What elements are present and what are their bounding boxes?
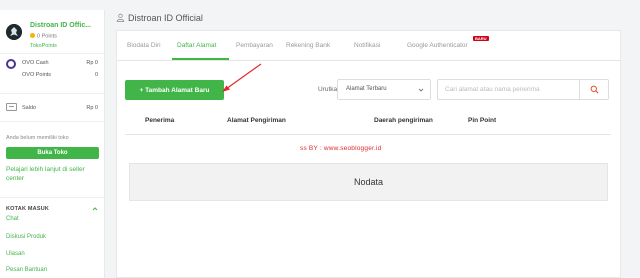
empty-state: Nodata xyxy=(129,163,608,201)
tab-daftar-alamat[interactable]: Daftar Alamat xyxy=(177,42,216,49)
avatar[interactable] xyxy=(6,24,22,40)
new-badge: BARU xyxy=(473,36,489,41)
seller-center-link[interactable]: Pelajari lebih lanjut di seller center xyxy=(6,165,101,183)
column-header-alamat-pengiriman: Alamat Pengiriman xyxy=(227,117,286,124)
tab-google-authenticator[interactable]: Google Authenticator xyxy=(407,42,468,49)
points-text: 0 Points xyxy=(30,33,57,40)
column-header-pin-point: Pin Point xyxy=(468,117,497,124)
inbox-item-pesan-bantuan[interactable]: Pesan Bantuan xyxy=(6,267,47,273)
saldo-value: Rp 0 xyxy=(86,105,98,111)
open-shop-button[interactable]: Buka Toko xyxy=(6,147,99,159)
tab-biodata-diri[interactable]: Biodata Diri xyxy=(127,42,161,49)
watermark-text: ss BY : www.seoblogger.id xyxy=(300,145,382,152)
user-icon xyxy=(116,13,125,22)
profile-section: Distroan ID Offic... 0 Points TokoPoints xyxy=(0,10,104,54)
coin-icon xyxy=(30,33,35,38)
active-tab-indicator xyxy=(172,58,229,60)
no-shop-text: Anda belum memiliki toko xyxy=(6,135,69,141)
ovo-cash-label: OVO Cash xyxy=(22,60,49,66)
chevron-up-icon[interactable] xyxy=(92,206,98,212)
ovo-wallet[interactable]: OVO Cash Rp 0 OVO Points 0 xyxy=(0,54,104,94)
column-header-daerah-pengiriman: Daerah pengiriman xyxy=(374,117,433,124)
page-title-text: Distroan ID Official xyxy=(128,13,203,23)
shop-name[interactable]: Distroan ID Offic... xyxy=(30,22,91,29)
sort-select[interactable]: Alamat Terbaru xyxy=(337,79,431,100)
points-value: 0 Points xyxy=(37,33,57,40)
add-address-button[interactable]: + Tambah Alamat Baru xyxy=(125,80,224,100)
page-title: Distroan ID Official xyxy=(116,13,203,23)
ovo-icon xyxy=(6,59,16,69)
chevron-down-icon xyxy=(418,88,424,92)
table-divider xyxy=(125,134,611,135)
inbox-item-diskusi-produk[interactable]: Diskusi Produk xyxy=(6,234,46,240)
tab-pembayaran[interactable]: Pembayaran xyxy=(236,42,273,49)
saldo-label: Saldo xyxy=(22,105,37,111)
inbox-item-chat[interactable]: Chat xyxy=(6,216,19,222)
settings-card: Biodata Diri Daftar Alamat Pembayaran Re… xyxy=(116,30,621,278)
sort-selected-value: Alamat Terbaru xyxy=(346,86,387,92)
search-input[interactable] xyxy=(437,79,579,100)
tokopoints-link[interactable]: TokoPoints xyxy=(30,43,57,49)
inbox-item-ulasan[interactable]: Ulasan xyxy=(6,251,25,257)
ovo-points-label: OVO Points xyxy=(22,72,52,78)
saldo-row[interactable]: Saldo Rp 0 xyxy=(0,94,104,122)
ovo-cash-value: Rp 0 xyxy=(86,60,98,66)
search-button[interactable] xyxy=(579,79,609,100)
sidebar: Distroan ID Offic... 0 Points TokoPoints… xyxy=(0,10,105,278)
column-header-penerima: Penerima xyxy=(145,117,175,124)
settings-tabs: Biodata Diri Daftar Alamat Pembayaran Re… xyxy=(117,31,620,61)
wallet-icon xyxy=(6,103,17,111)
ovo-points-value: 0 xyxy=(94,72,98,78)
tab-notifikasi[interactable]: Notifikasi xyxy=(354,42,380,49)
tab-rekening-bank[interactable]: Rekening Bank xyxy=(286,42,330,49)
inbox-section: KOTAK MASUK xyxy=(0,197,104,212)
inbox-title: KOTAK MASUK xyxy=(6,206,50,212)
search-icon xyxy=(590,85,599,94)
